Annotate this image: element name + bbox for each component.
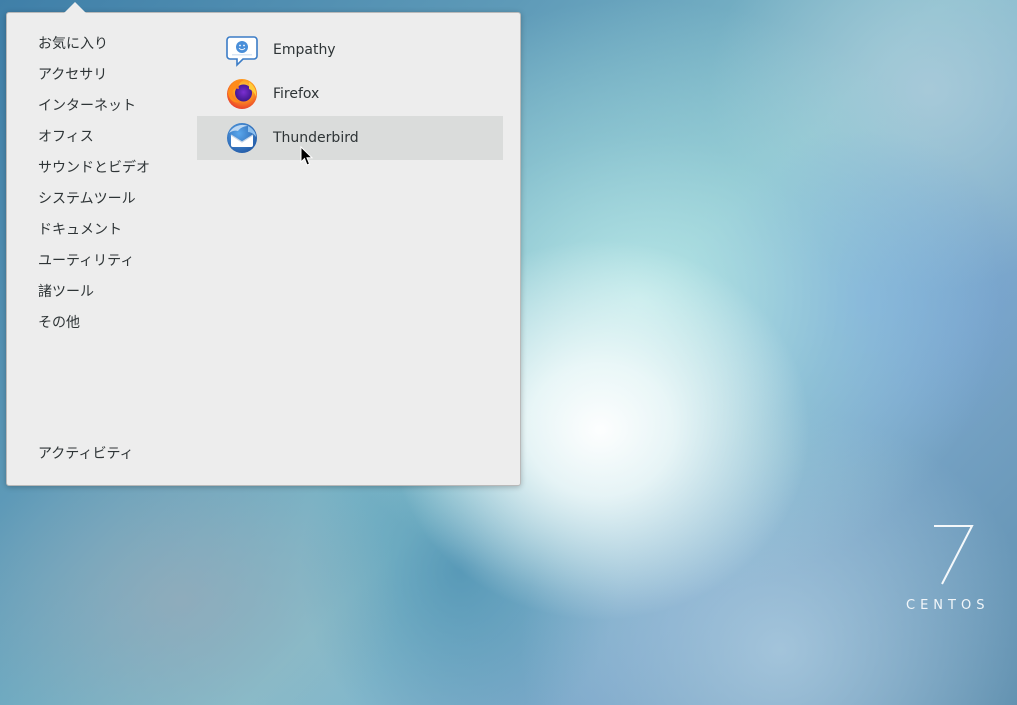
app-item-firefox[interactable]: Firefox xyxy=(197,72,503,116)
centos-version-numeral: 7 xyxy=(920,518,974,585)
category-documentation[interactable]: ドキュメント xyxy=(38,219,122,241)
thunderbird-icon xyxy=(227,123,257,153)
app-label: Empathy xyxy=(273,42,336,58)
category-system-tools[interactable]: システムツール xyxy=(38,188,136,210)
app-item-empathy[interactable]: Empathy xyxy=(197,28,503,72)
app-item-thunderbird[interactable]: Thunderbird xyxy=(197,116,503,160)
category-favorites[interactable]: お気に入り xyxy=(38,33,108,55)
menu-pointer-arrow xyxy=(64,2,86,13)
category-other[interactable]: その他 xyxy=(38,312,80,334)
centos-wordmark: CENTOS xyxy=(906,598,990,613)
category-sundry[interactable]: 諸ツール xyxy=(38,281,94,303)
activities-link[interactable]: アクティビティ xyxy=(38,443,134,465)
category-accessories[interactable]: アクセサリ xyxy=(38,64,107,86)
app-label: Thunderbird xyxy=(273,130,359,146)
category-sound-video[interactable]: サウンドとビデオ xyxy=(38,157,150,179)
firefox-icon xyxy=(227,79,257,109)
empathy-icon xyxy=(226,36,258,67)
category-list: お気に入り アクセサリ インターネット オフィス サウンドとビデオ システムツー… xyxy=(7,13,192,485)
app-label: Firefox xyxy=(273,86,320,102)
category-utilities[interactable]: ユーティリティ xyxy=(38,250,134,272)
applications-menu: お気に入り アクセサリ インターネット オフィス サウンドとビデオ システムツー… xyxy=(6,12,521,486)
svg-text:7: 7 xyxy=(920,518,921,519)
app-list: Empathy Firefox Thunderbird xyxy=(197,28,503,160)
mouse-pointer-icon xyxy=(300,146,314,166)
category-office[interactable]: オフィス xyxy=(38,126,94,148)
category-internet[interactable]: インターネット xyxy=(38,95,136,117)
